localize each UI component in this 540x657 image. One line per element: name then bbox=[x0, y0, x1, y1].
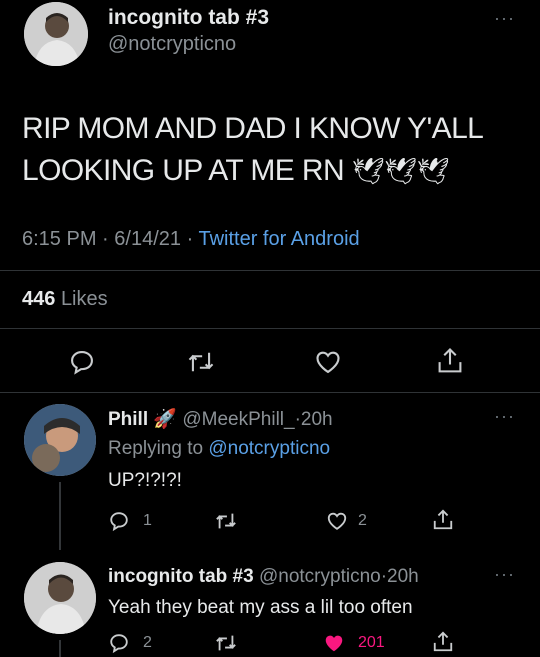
main-more-icon[interactable]: ··· bbox=[494, 8, 515, 29]
like-icon[interactable] bbox=[314, 348, 342, 376]
separator: · bbox=[102, 228, 109, 250]
reply-icon[interactable] bbox=[108, 632, 130, 654]
share-icon[interactable] bbox=[436, 346, 464, 376]
divider bbox=[0, 392, 540, 393]
share-icon[interactable] bbox=[432, 630, 454, 654]
replying-to-handle[interactable]: @notcrypticno bbox=[208, 438, 330, 459]
tweet-text-line-2-words: LOOKING UP AT ME RN bbox=[22, 154, 345, 187]
reply1-reply-count: 1 bbox=[143, 512, 152, 529]
reply-icon[interactable] bbox=[68, 348, 96, 376]
reply1-more-icon[interactable]: ··· bbox=[494, 406, 515, 427]
dove-emoji: 🕊🕊🕊 bbox=[351, 156, 450, 186]
reply1-age: 20h bbox=[300, 409, 333, 430]
reply2-reply-count: 2 bbox=[143, 634, 152, 651]
reply2-display-name[interactable]: incognito tab #3 bbox=[108, 566, 254, 587]
tweet-time: 6:15 PM bbox=[22, 228, 97, 250]
main-avatar[interactable] bbox=[24, 2, 88, 66]
retweet-icon[interactable] bbox=[214, 632, 238, 654]
tweet-text-line-2: LOOKING UP AT ME RN 🕊🕊🕊 bbox=[22, 150, 483, 192]
likes-count: 446 bbox=[22, 288, 56, 310]
replying-to-prefix: Replying to bbox=[108, 438, 204, 459]
liked-heart-icon[interactable] bbox=[322, 632, 346, 654]
reply2-handle[interactable]: @notcrypticno bbox=[259, 566, 381, 587]
reply1-like-count: 2 bbox=[358, 512, 367, 529]
like-icon[interactable] bbox=[326, 510, 348, 532]
reply2-header: incognito tab #3 @notcrypticno·20h bbox=[108, 566, 419, 588]
share-icon[interactable] bbox=[432, 508, 454, 532]
reply2-text: Yeah they beat my ass a lil too often bbox=[108, 597, 413, 618]
likes-label: Likes bbox=[60, 288, 108, 310]
retweet-icon[interactable] bbox=[186, 348, 216, 376]
reply1-handle[interactable]: @MeekPhill_ bbox=[182, 409, 294, 430]
tweet-text-line-1: RIP MOM AND DAD I KNOW Y'ALL bbox=[22, 112, 484, 145]
tweet-client-link[interactable]: Twitter for Android bbox=[198, 228, 359, 250]
reply2-age: 20h bbox=[387, 566, 419, 587]
reply1-text: UP?!?!?! bbox=[108, 470, 182, 491]
reply2-like-count: 201 bbox=[358, 634, 385, 651]
reply1-avatar[interactable] bbox=[24, 404, 96, 476]
tweet-date: 6/14/21 bbox=[114, 228, 182, 250]
likes-stat[interactable]: 446 Likes bbox=[22, 288, 108, 311]
reply1-header: Phill 🚀 @MeekPhill_·20h bbox=[108, 407, 333, 431]
reply2-avatar[interactable] bbox=[24, 562, 96, 634]
main-handle[interactable]: @notcrypticno bbox=[108, 33, 236, 56]
retweet-icon[interactable] bbox=[214, 510, 238, 532]
thread-line bbox=[59, 640, 61, 657]
divider bbox=[0, 270, 540, 271]
reply1-display-name[interactable]: Phill bbox=[108, 409, 148, 430]
thread-line bbox=[59, 482, 61, 550]
main-display-name[interactable]: incognito tab #3 bbox=[108, 6, 269, 30]
main-tweet-text: RIP MOM AND DAD I KNOW Y'ALL LOOKING UP … bbox=[22, 108, 484, 192]
divider bbox=[0, 328, 540, 329]
separator: · bbox=[186, 228, 194, 250]
reply-icon[interactable] bbox=[108, 510, 130, 532]
rocket-emoji: 🚀 bbox=[153, 409, 178, 430]
reply2-more-icon[interactable]: ··· bbox=[494, 564, 515, 585]
replying-to: Replying to @notcrypticno bbox=[108, 438, 330, 460]
tweet-timestamp: 6:15 PM · 6/14/21 · Twitter for Android bbox=[22, 228, 360, 251]
